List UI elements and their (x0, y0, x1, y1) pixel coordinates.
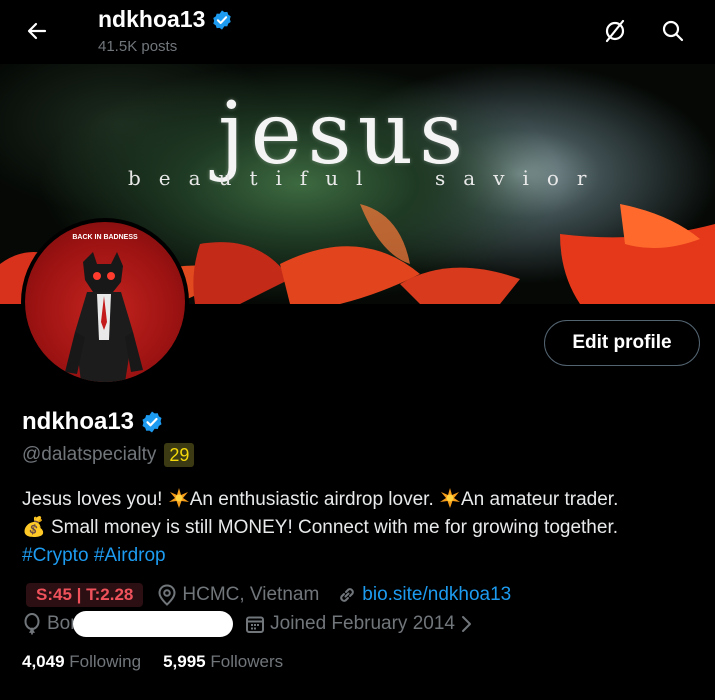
arrow-left-icon (27, 22, 47, 40)
score-badge: S:45 | T:2.28 (26, 583, 144, 607)
profile-handle: @dalatspecialty (22, 444, 157, 465)
follow-stats: 4,049 Following 5,995 Followers (22, 652, 283, 672)
posts-count: 41.5K posts (98, 38, 178, 55)
profile-meta-row: S:45 | T:2.28 HCMC, Vietnam bio.site/ndk… (26, 583, 529, 607)
verified-badge-icon (213, 9, 232, 30)
banner-text-left: beautiful (128, 166, 381, 190)
following-link[interactable]: 4,049 Following (22, 652, 141, 672)
header-title: ndkhoa13 (98, 6, 206, 32)
followers-label: Followers (210, 652, 284, 671)
bio-text-4: Small money is still MONEY! Connect with… (45, 517, 619, 538)
redacted-birthdate (73, 611, 234, 637)
profile-name-row: ndkhoa13 (22, 408, 164, 436)
top-bar: ndkhoa13 41.5K posts (0, 0, 715, 64)
bio-text-1: Jesus loves you! (22, 489, 168, 510)
location-item: HCMC, Vietnam (157, 584, 319, 606)
search-button[interactable] (654, 12, 692, 50)
profile-bio: Jesus loves you! An enthusiastic airdrop… (22, 486, 702, 570)
grok-icon (605, 19, 625, 43)
back-button[interactable] (18, 12, 56, 50)
hashtag-airdrop[interactable]: #Airdrop (94, 545, 166, 566)
calendar-icon (246, 616, 265, 633)
profile-name: ndkhoa13 (22, 408, 135, 435)
sparkle-icon (440, 488, 460, 508)
followers-count: 5,995 (163, 652, 206, 671)
location-text: HCMC, Vietnam (182, 584, 320, 605)
balloon-icon (24, 613, 40, 635)
following-label: Following (69, 652, 142, 671)
hashtag-crypto[interactable]: #Crypto (22, 545, 89, 566)
handle-row: @dalatspecialty 29 (22, 443, 195, 467)
website-link[interactable]: bio.site/ndkhoa13 (362, 584, 511, 606)
profile-meta-row-2: Born Joined February 2014 (22, 611, 473, 637)
joined-item: Joined February 2014 (245, 613, 455, 635)
wolf-character-image (65, 252, 143, 382)
bio-text-2: An enthusiastic airdrop lover. (189, 489, 439, 510)
followers-link[interactable]: 5,995 Followers (163, 652, 283, 672)
joined-text: Joined February 2014 (270, 613, 455, 634)
chevron-right-icon[interactable] (459, 614, 473, 634)
grok-button[interactable] (596, 12, 634, 50)
banner-text-right: savior (435, 166, 605, 190)
verified-badge-icon[interactable] (140, 410, 164, 434)
following-count: 4,049 (22, 652, 65, 671)
edit-profile-button[interactable]: Edit profile (544, 320, 700, 366)
sparkle-icon (168, 488, 189, 508)
website-item[interactable]: bio.site/ndkhoa13 (337, 584, 511, 606)
profile-avatar[interactable]: BACK IN BADNESS (21, 218, 189, 386)
account-badge: 29 (164, 443, 195, 467)
avatar-image: BACK IN BADNESS (25, 222, 185, 382)
header-title-row: ndkhoa13 (98, 6, 233, 33)
money-bag-icon: 💰 (22, 517, 46, 538)
link-icon (340, 588, 355, 602)
search-icon (662, 20, 684, 42)
location-pin-icon (158, 584, 176, 606)
bio-text-3: An amateur trader. (461, 489, 619, 510)
